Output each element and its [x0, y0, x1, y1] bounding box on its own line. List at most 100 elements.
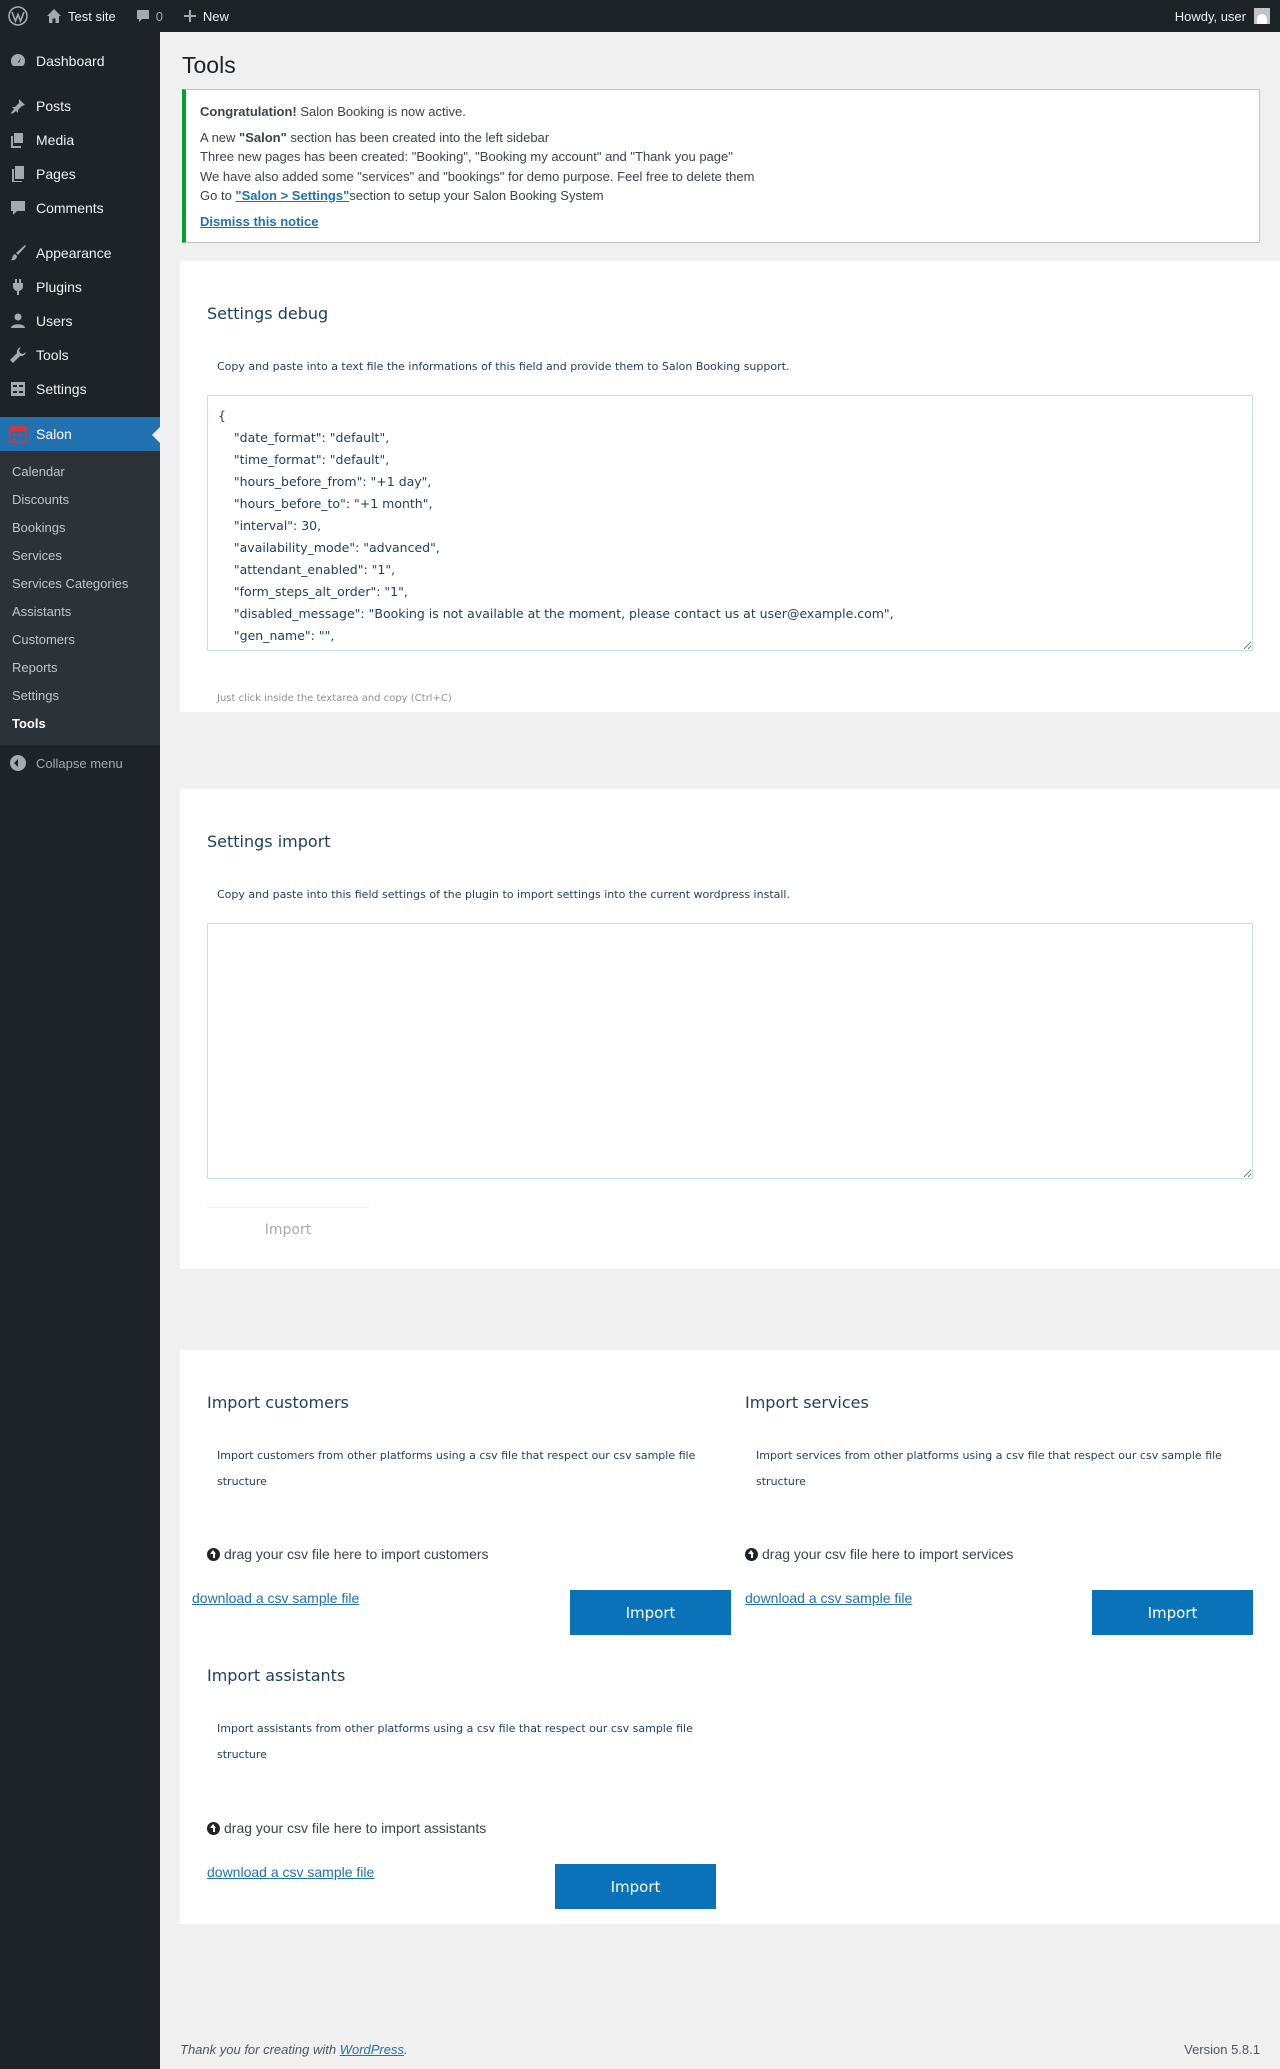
copy-hint: Just click inside the textarea and copy … — [217, 693, 452, 704]
import-services-title: Import services — [745, 1393, 869, 1412]
menu-users[interactable]: Users — [0, 304, 160, 338]
menu-settings[interactable]: Settings — [0, 372, 160, 406]
comment-icon — [136, 10, 149, 22]
user-account-menu[interactable]: Howdy, user — [1165, 0, 1280, 32]
admin-sidebar: Dashboard Posts Media Pages Comments App… — [0, 32, 160, 2069]
notice-bold: "Salon" — [239, 129, 287, 145]
footer-text: . — [404, 2042, 408, 2057]
submenu-bookings[interactable]: Bookings — [0, 514, 160, 542]
customers-download-sample-link[interactable]: download a csv sample file — [192, 1590, 359, 1606]
import-customers-description: Import customers from other platforms us… — [217, 1449, 696, 1488]
import-customers-title: Import customers — [207, 1393, 349, 1412]
submenu-discounts[interactable]: Discounts — [0, 486, 160, 514]
wrench-icon — [8, 345, 28, 365]
upload-icon — [207, 1821, 220, 1835]
menu-dashboard[interactable]: Dashboard — [0, 44, 160, 78]
notice-text: A new — [200, 129, 240, 145]
avatar — [1254, 8, 1270, 24]
salon-submenu: Calendar Discounts Bookings Services Ser… — [0, 451, 160, 745]
import-csv-panel: Import customers Import customers from o… — [180, 1350, 1280, 1924]
settings-debug-panel: Settings debug Copy and paste into a tex… — [180, 261, 1280, 712]
collapse-arrow-icon — [10, 755, 26, 771]
import-customers-button[interactable]: Import — [570, 1590, 731, 1635]
assistants-download-sample-link[interactable]: download a csv sample file — [207, 1864, 374, 1880]
media-icon — [8, 130, 28, 150]
menu-label: Pages — [36, 166, 76, 182]
menu-media[interactable]: Media — [0, 123, 160, 157]
footer-text: Thank you for creating with — [180, 2042, 340, 2057]
dashboard-icon — [8, 51, 28, 71]
services-download-sample-link[interactable]: download a csv sample file — [745, 1590, 912, 1606]
settings-import-textarea[interactable] — [207, 923, 1253, 1179]
submenu-settings[interactable]: Settings — [0, 682, 160, 710]
calendar-icon — [8, 424, 28, 444]
menu-label: Posts — [36, 98, 72, 114]
menu-salon[interactable]: Salon — [0, 417, 160, 451]
submenu-reports[interactable]: Reports — [0, 654, 160, 682]
menu-posts[interactable]: Posts — [0, 89, 160, 123]
menu-comments[interactable]: Comments — [0, 191, 160, 225]
howdy-text: Howdy, user — [1174, 8, 1246, 24]
notice-text: section to setup your Salon Booking Syst… — [349, 188, 604, 203]
dropzone-label: drag your csv file here to import custom… — [224, 1546, 489, 1562]
wordpress-link[interactable]: WordPress — [340, 2042, 404, 2057]
import-assistants-dropzone[interactable]: drag your csv file here to import assist… — [207, 1820, 486, 1836]
settings-import-description: Copy and paste into this field settings … — [217, 888, 790, 901]
admin-bar: Test site 0 New Howdy, user — [0, 0, 1280, 32]
user-icon — [8, 311, 28, 331]
submenu-customers[interactable]: Customers — [0, 626, 160, 654]
notice-congrats-bold: Congratulation! — [200, 104, 297, 119]
notice-text: Go to — [200, 188, 236, 203]
menu-tools[interactable]: Tools — [0, 338, 160, 372]
menu-label: Users — [36, 313, 73, 329]
comments-link[interactable]: 0 — [126, 0, 173, 32]
import-services-dropzone[interactable]: drag your csv file here to import servic… — [745, 1546, 1013, 1562]
notice-line-congrats: Congratulation! Salon Booking is now act… — [200, 102, 1245, 122]
menu-label: Salon — [36, 426, 72, 442]
notice-line-3: We have also added some "services" and "… — [200, 168, 755, 184]
site-name-link[interactable]: Test site — [36, 0, 126, 32]
submenu-services-categories[interactable]: Services Categories — [0, 570, 160, 598]
submenu-assistants[interactable]: Assistants — [0, 598, 160, 626]
plug-icon — [8, 277, 28, 297]
notice-line-4: Go to "Salon > Settings"section to setup… — [200, 186, 1245, 206]
menu-plugins[interactable]: Plugins — [0, 270, 160, 304]
new-content-link[interactable]: New — [173, 0, 239, 32]
settings-debug-title: Settings debug — [207, 304, 329, 323]
menu-appearance[interactable]: Appearance — [0, 236, 160, 270]
settings-import-button[interactable]: Import — [207, 1207, 369, 1251]
salon-settings-link[interactable]: "Salon > Settings" — [235, 188, 349, 203]
dismiss-notice-link[interactable]: Dismiss this notice — [200, 214, 318, 229]
import-assistants-title: Import assistants — [207, 1666, 346, 1685]
footer-thanks: Thank you for creating with WordPress. — [180, 2042, 408, 2057]
menu-pages[interactable]: Pages — [0, 157, 160, 191]
import-assistants-description: Import assistants from other platforms u… — [217, 1722, 693, 1761]
submenu-calendar[interactable]: Calendar — [0, 458, 160, 486]
menu-label: Plugins — [36, 279, 82, 295]
upload-icon — [207, 1547, 220, 1561]
new-label: New — [202, 8, 229, 24]
comment-icon — [8, 198, 28, 218]
upload-icon — [745, 1547, 758, 1561]
notice-line-1: A new "Salon" section has been created i… — [200, 128, 1245, 148]
import-customers-dropzone[interactable]: drag your csv file here to import custom… — [207, 1546, 489, 1562]
site-name: Test site — [68, 8, 116, 24]
settings-debug-textarea[interactable]: { "date_format": "default", "time_format… — [207, 395, 1253, 651]
menu-label: Appearance — [36, 245, 112, 261]
menu-label: Comments — [36, 200, 104, 216]
settings-debug-description: Copy and paste into a text file the info… — [217, 360, 790, 373]
brush-icon — [8, 243, 28, 263]
settings-import-title: Settings import — [207, 832, 331, 851]
collapse-menu-button[interactable]: Collapse menu — [0, 745, 160, 781]
pages-icon — [8, 164, 28, 184]
import-assistants-button[interactable]: Import — [555, 1864, 716, 1909]
home-icon — [47, 9, 61, 23]
pin-icon — [8, 96, 28, 116]
settings-import-panel: Settings import Copy and paste into this… — [180, 789, 1280, 1269]
import-services-description: Import services from other platforms usi… — [756, 1449, 1222, 1488]
wordpress-logo-icon[interactable] — [0, 0, 36, 32]
submenu-tools[interactable]: Tools — [0, 710, 160, 738]
notice-line-2: Three new pages has been created: "Booki… — [200, 149, 733, 164]
import-services-button[interactable]: Import — [1092, 1590, 1253, 1635]
submenu-services[interactable]: Services — [0, 542, 160, 570]
